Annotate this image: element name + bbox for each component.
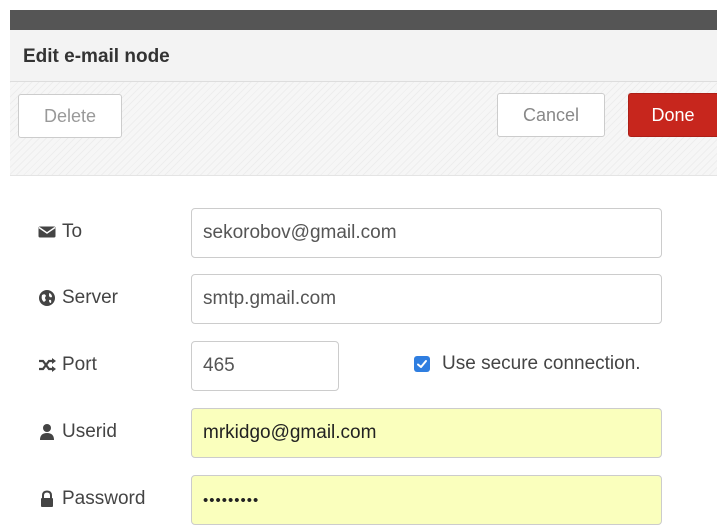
port-label-text: Port: [62, 354, 97, 375]
email-node-form: To sekorobov@gmail.com Server smtp.gmail…: [10, 176, 717, 525]
globe-icon: [39, 290, 55, 306]
done-button[interactable]: Done: [628, 93, 717, 137]
checkmark-icon: [417, 360, 427, 368]
delete-button[interactable]: Delete: [18, 94, 122, 138]
server-label: Server: [38, 287, 118, 309]
secure-connection-option[interactable]: Use secure connection.: [414, 353, 641, 375]
dialog-title-bar: Edit e-mail node: [10, 30, 717, 82]
dialog-title: Edit e-mail node: [23, 46, 170, 67]
password-label: Password: [38, 488, 145, 510]
cancel-button[interactable]: Cancel: [497, 93, 605, 137]
to-label-text: To: [62, 221, 83, 242]
form-row-port: Port 465 Use secure connection.: [10, 341, 717, 391]
userid-input[interactable]: mrkidgo@gmail.com: [191, 408, 662, 458]
form-row-to: To sekorobov@gmail.com: [10, 208, 717, 258]
userid-label-text: Userid: [62, 421, 117, 442]
port-input[interactable]: 465: [191, 341, 339, 391]
form-row-password: Password •••••••••: [10, 475, 717, 525]
port-label: Port: [38, 354, 97, 376]
to-input[interactable]: sekorobov@gmail.com: [191, 208, 662, 258]
secure-connection-label: Use secure connection.: [442, 353, 641, 374]
form-row-server: Server smtp.gmail.com: [10, 274, 717, 324]
userid-label: Userid: [38, 421, 117, 443]
form-row-userid: Userid mrkidgo@gmail.com: [10, 408, 717, 458]
secure-connection-checkbox[interactable]: [414, 356, 430, 372]
password-label-text: Password: [62, 488, 146, 509]
to-label: To: [38, 221, 82, 243]
random-icon: [39, 358, 56, 372]
editor-header-strip: [10, 10, 717, 30]
server-input[interactable]: smtp.gmail.com: [191, 274, 662, 324]
edit-node-dialog: Edit e-mail node Delete Cancel Done To s…: [10, 30, 717, 525]
lock-icon: [41, 490, 53, 507]
user-icon: [40, 424, 54, 440]
server-label-text: Server: [62, 287, 118, 308]
dialog-toolbar: Delete Cancel Done: [10, 82, 717, 176]
envelope-icon: [38, 226, 56, 238]
editor-top-bar: [0, 0, 717, 30]
password-input[interactable]: •••••••••: [191, 475, 662, 525]
